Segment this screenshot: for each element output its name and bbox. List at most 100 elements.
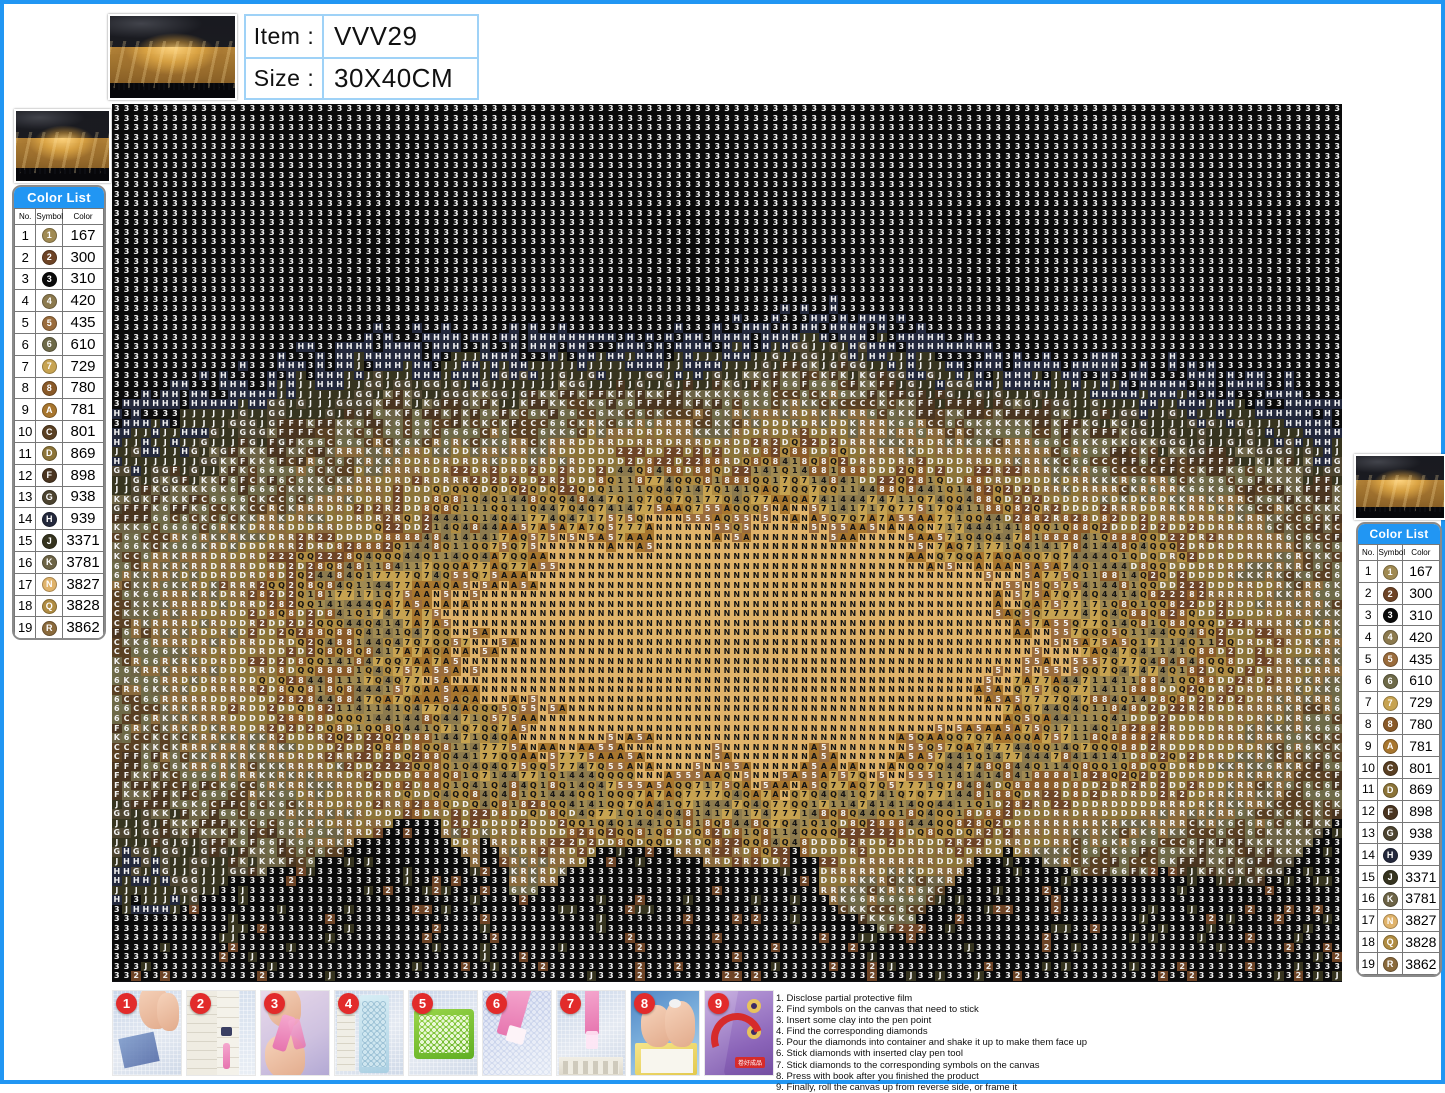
pattern-cell: R: [518, 447, 529, 457]
pattern-cell: 3: [1264, 342, 1275, 352]
pattern-cell: 3: [886, 142, 897, 152]
pattern-cell: 3: [954, 246, 965, 257]
pattern-cell: 3: [383, 142, 393, 152]
pattern-cell: H: [1187, 361, 1197, 371]
pattern-cell: 6: [567, 428, 577, 438]
pattern-cell: 3: [741, 294, 752, 305]
pattern-cell: 3: [208, 380, 219, 390]
pattern-cell: 3: [1196, 104, 1207, 114]
pattern-cell: 3: [450, 227, 461, 238]
pattern-cell: H: [954, 361, 965, 371]
pattern-cell: 3: [160, 266, 171, 276]
pattern-cell: D: [741, 428, 752, 438]
pattern-cell: 3: [828, 256, 839, 267]
pattern-cell: H: [141, 399, 151, 409]
pattern-cell: 3: [421, 151, 432, 162]
pattern-cell: 3: [1245, 170, 1255, 181]
pattern-cell: 3: [983, 104, 994, 114]
pattern-cell: 3: [867, 151, 878, 162]
pattern-cell: 3: [334, 113, 345, 124]
pattern-cell: 3: [1138, 285, 1149, 295]
pattern-cell: 3: [1022, 104, 1033, 114]
pattern-cell: R: [954, 437, 965, 448]
pattern-cell: 3: [1303, 294, 1313, 305]
pattern-cell: 3: [731, 142, 742, 152]
pattern-cell: 3: [131, 332, 142, 343]
color-row-symbol: Q: [35, 594, 64, 618]
pattern-cell: 3: [179, 218, 190, 228]
pattern-cell: J: [770, 342, 781, 352]
pattern-cell: 3: [538, 237, 548, 247]
pattern-cell: 3: [441, 189, 451, 200]
pattern-cell: 3: [1235, 208, 1246, 219]
pattern-cell: D: [586, 437, 597, 448]
pattern-cell: J: [538, 380, 548, 390]
pattern-cell: 3: [789, 246, 800, 257]
pattern-cell: 3: [1032, 161, 1042, 171]
pattern-cell: 3: [179, 208, 190, 219]
pattern-cell: 3: [615, 237, 626, 247]
pattern-cell: 3: [1080, 323, 1091, 333]
pattern-cell: 3: [150, 199, 161, 209]
pattern-cell: 3: [693, 113, 703, 124]
pattern-cell: 3: [1235, 275, 1246, 286]
pattern-cell: 3: [819, 256, 829, 267]
pattern-cell: D: [470, 456, 481, 467]
pattern-cell: F: [644, 399, 655, 409]
pattern-cell: 3: [1245, 208, 1255, 219]
pattern-cell: 3: [567, 132, 577, 143]
symbol-dot-icon: Q: [41, 598, 57, 614]
pattern-cell: H: [1206, 389, 1217, 400]
pattern-cell: J: [1206, 437, 1217, 448]
pattern-cell: 3: [1216, 113, 1226, 124]
color-row-code: 167: [62, 224, 104, 247]
pattern-cell: 3: [189, 361, 200, 371]
pattern-cell: 3: [712, 246, 723, 257]
pattern-cell: 3: [954, 180, 965, 190]
pattern-cell: 6: [1003, 428, 1013, 438]
pattern-cell: 3: [518, 256, 529, 267]
pattern-cell: 3: [1138, 313, 1149, 324]
pattern-cell: 3: [228, 227, 238, 238]
pattern-cell: 3: [634, 285, 645, 295]
pattern-cell: 3: [218, 304, 229, 314]
pattern-cell: 3: [150, 151, 161, 162]
pattern-cell: 3: [1051, 180, 1062, 190]
pattern-cell: 3: [257, 246, 267, 257]
pattern-cell: H: [877, 351, 887, 362]
pattern-cell: K: [712, 418, 723, 429]
pattern-cell: 3: [1032, 304, 1042, 314]
pattern-cell: H: [1109, 389, 1120, 400]
pattern-cell: 3: [528, 104, 539, 114]
pattern-cell: 3: [1312, 389, 1323, 400]
pattern-cell: 3: [150, 266, 161, 276]
pattern-cell: K: [489, 437, 500, 448]
pattern-cell: 3: [1283, 313, 1294, 324]
pattern-cell: 3: [1245, 123, 1255, 133]
pattern-cell: J: [576, 370, 587, 381]
pattern-cell: 3: [819, 113, 829, 124]
pattern-cell: F: [780, 361, 790, 371]
pattern-cell: H: [634, 361, 645, 371]
pattern-cell: 3: [480, 142, 490, 152]
pattern-cell: 3: [848, 285, 858, 295]
pattern-cell: H: [1283, 418, 1294, 429]
pattern-cell: 3: [1293, 332, 1304, 343]
pattern-cell: H: [121, 399, 132, 409]
pattern-cell: 3: [760, 208, 771, 219]
pattern-cell: G: [1206, 418, 1217, 429]
pattern-cell: 3: [857, 180, 868, 190]
pattern-cell: 3: [1196, 361, 1207, 371]
pattern-cell: 3: [993, 266, 1004, 276]
pattern-cell: 3: [935, 227, 945, 238]
pattern-cell: F: [1225, 456, 1236, 467]
pattern-cell: 3: [538, 246, 548, 257]
pattern-cell: 3: [1303, 313, 1313, 324]
pattern-cell: R: [935, 447, 945, 457]
pattern-cell: 3: [450, 218, 461, 228]
pattern-cell: 3: [276, 266, 287, 276]
pattern-cell: 3: [964, 180, 974, 190]
pattern-cell: H: [199, 399, 209, 409]
pattern-cell: G: [1225, 437, 1236, 448]
pattern-cell: 3: [257, 275, 267, 286]
